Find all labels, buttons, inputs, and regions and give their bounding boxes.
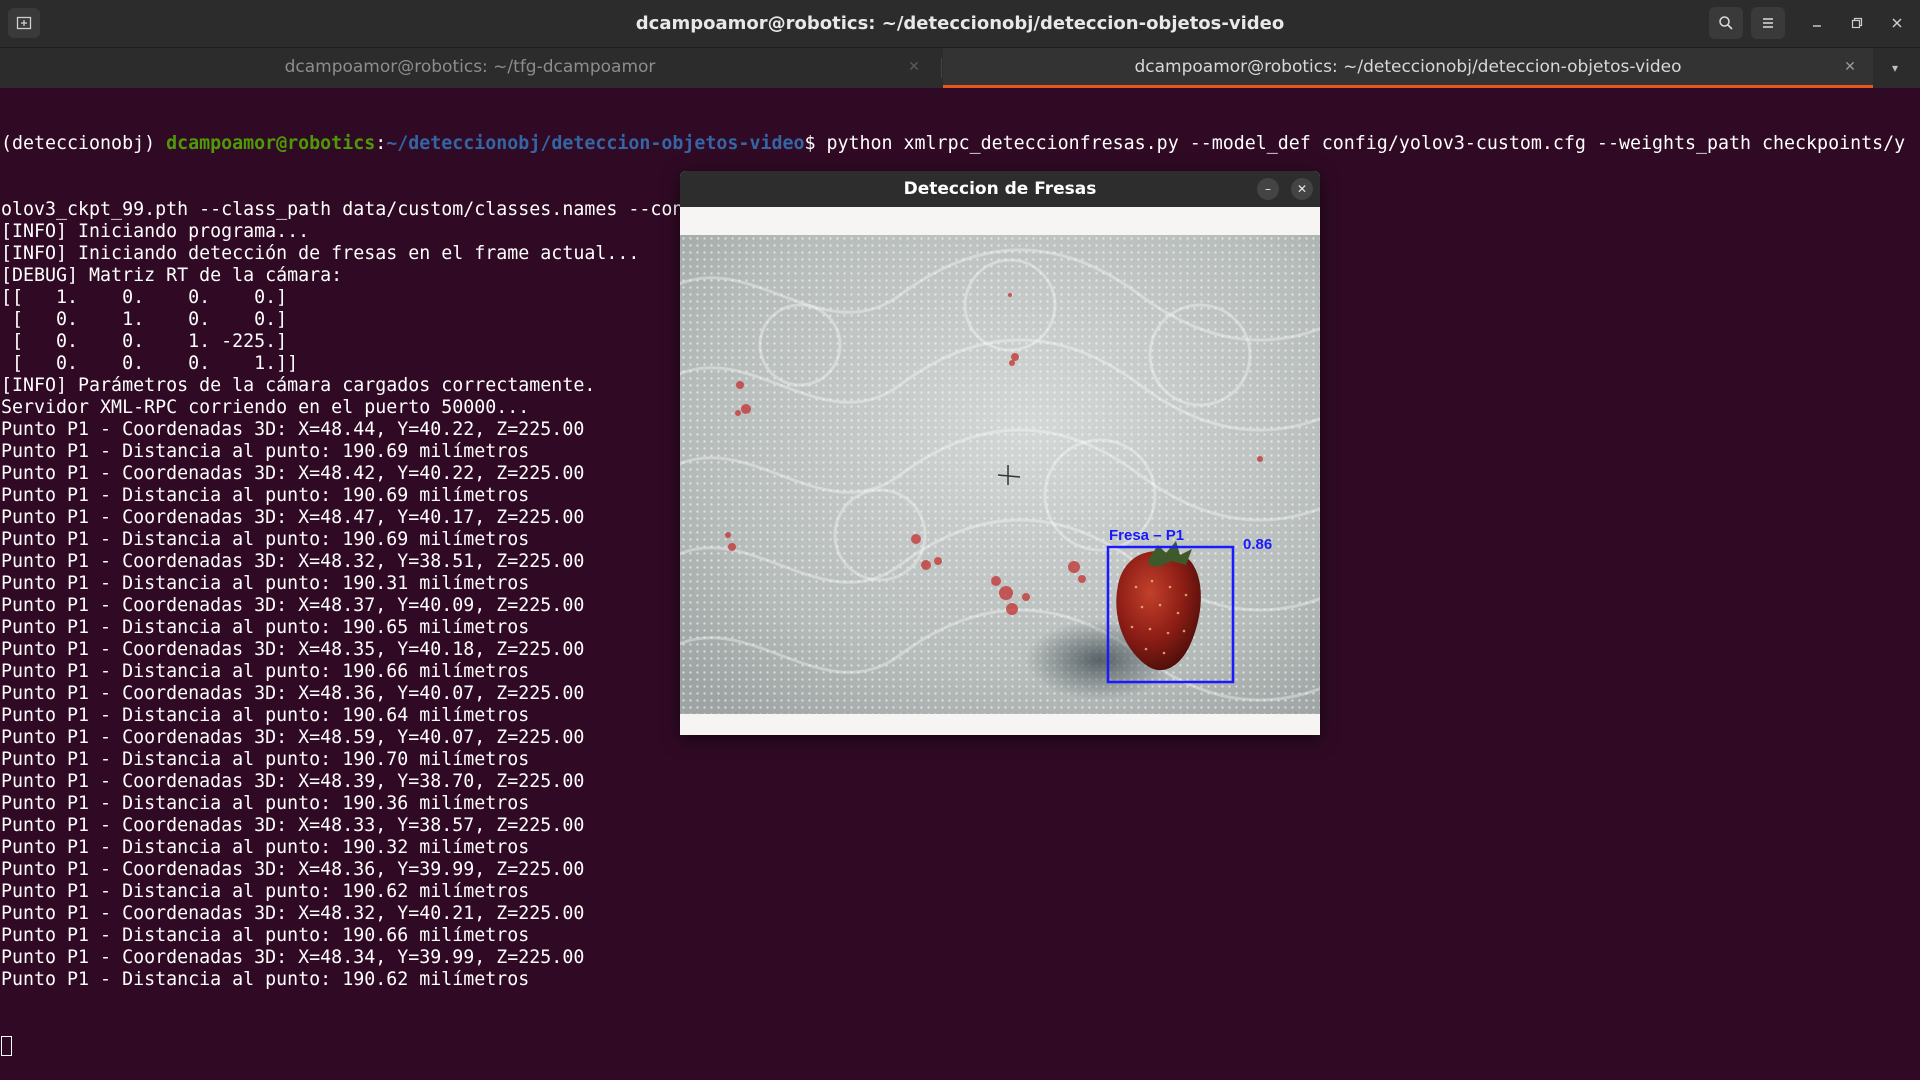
- minimize-button[interactable]: [1806, 12, 1828, 34]
- terminal-line: Punto P1 - Coordenadas 3D: X=48.34, Y=39…: [1, 947, 585, 968]
- prompt-dollar: $: [804, 133, 827, 154]
- terminal-line: Punto P1 - Coordenadas 3D: X=48.33, Y=38…: [1, 815, 585, 836]
- terminal-line: Punto P1 - Distancia al punto: 190.62 mi…: [1, 881, 530, 902]
- maximize-icon: [1851, 17, 1863, 29]
- detection-window-titlebar[interactable]: Deteccion de Fresas – ✕: [680, 171, 1320, 207]
- minimize-icon: –: [1265, 182, 1271, 196]
- tab-label: dcampoamor@robotics: ~/tfg-dcampoamor: [284, 57, 656, 77]
- close-button[interactable]: [1886, 12, 1908, 34]
- cursor-line: [1, 1035, 1919, 1057]
- maximize-button[interactable]: [1846, 12, 1868, 34]
- camera-frame-svg: Fresa – P1 0.86: [680, 235, 1320, 714]
- command-text: python xmlrpc_deteccionfresas.py --model…: [826, 133, 1906, 154]
- detection-close-button[interactable]: ✕: [1291, 178, 1313, 200]
- terminal-cursor: [1, 1036, 12, 1056]
- tab-label: dcampoamor@robotics: ~/deteccionobj/dete…: [1134, 57, 1682, 77]
- terminal-line: Punto P1 - Distancia al punto: 190.36 mi…: [1, 793, 530, 814]
- menu-button[interactable]: [1751, 7, 1785, 39]
- tab-close-icon[interactable]: ✕: [1841, 58, 1859, 76]
- detection-window-title: Deteccion de Fresas: [903, 179, 1097, 199]
- tab-close-icon[interactable]: ✕: [905, 58, 923, 76]
- prompt-colon: :: [375, 133, 387, 154]
- detection-confidence: 0.86: [1243, 536, 1272, 553]
- detection-window[interactable]: Deteccion de Fresas – ✕ Fresa – P1 0.86: [680, 171, 1320, 735]
- header-bar: dcampoamor@robotics: ~/deteccionobj/dete…: [0, 0, 1920, 48]
- camera-frame-image: Fresa – P1 0.86: [680, 235, 1320, 714]
- close-icon: ✕: [1296, 182, 1308, 196]
- minimize-icon: [1813, 25, 1821, 27]
- close-icon: [1892, 18, 1902, 28]
- tab-divider: [941, 58, 942, 78]
- detection-minimize-button[interactable]: –: [1257, 178, 1279, 200]
- prompt-line: (deteccionobj) dcampoamor@robotics:~/det…: [1, 133, 1919, 155]
- window-title: dcampoamor@robotics: ~/deteccionobj/dete…: [635, 13, 1285, 34]
- detection-label: Fresa – P1: [1109, 527, 1184, 544]
- terminal-line: Punto P1 - Coordenadas 3D: X=48.32, Y=40…: [1, 903, 585, 924]
- prompt-user-host: dcampoamor@robotics: [166, 133, 376, 154]
- terminal-line: Punto P1 - Distancia al punto: 190.62 mi…: [1, 969, 530, 990]
- terminal-line: Punto P1 - Distancia al punto: 190.70 mi…: [1, 749, 530, 770]
- tab-deteccion-objetos-video[interactable]: dcampoamor@robotics: ~/deteccionobj/dete…: [943, 48, 1873, 88]
- search-button[interactable]: [1709, 7, 1743, 39]
- search-icon: [1719, 16, 1733, 30]
- terminal-line: Punto P1 - Coordenadas 3D: X=48.36, Y=39…: [1, 859, 585, 880]
- terminal-line: Punto P1 - Coordenadas 3D: X=48.39, Y=38…: [1, 771, 585, 792]
- hamburger-menu-icon: [1763, 18, 1773, 28]
- tab-bar: dcampoamor@robotics: ~/tfg-dcampoamor ✕ …: [0, 48, 1920, 88]
- prompt-path: ~/deteccionobj/deteccion-objetos-video: [386, 133, 805, 154]
- tab-tfg-dcampoamor[interactable]: dcampoamor@robotics: ~/tfg-dcampoamor ✕: [0, 48, 940, 88]
- terminal-line: Punto P1 - Distancia al punto: 190.66 mi…: [1, 925, 530, 946]
- chevron-down-icon[interactable]: ▾: [1885, 58, 1905, 78]
- prompt-env: (deteccionobj): [1, 133, 167, 154]
- terminal-line: Punto P1 - Distancia al punto: 190.32 mi…: [1, 837, 530, 858]
